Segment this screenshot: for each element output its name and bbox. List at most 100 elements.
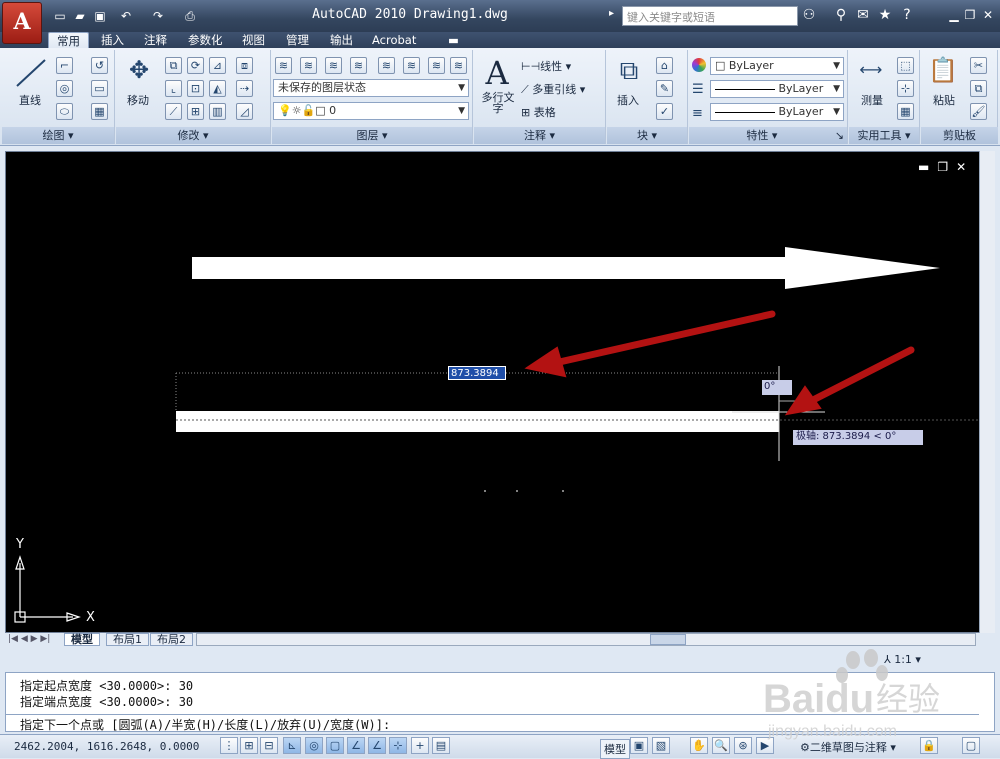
layer-merge-icon[interactable]: ≋ [450, 57, 467, 74]
mtext-icon[interactable]: A [480, 54, 514, 92]
tab-annotate[interactable]: 注释 [136, 32, 175, 49]
annotation-panel-title[interactable]: 注释 ▾ [474, 127, 605, 144]
match-properties-icon[interactable]: 🖌 [970, 103, 987, 120]
line-icon[interactable] [14, 56, 48, 90]
lineweight-dropdown[interactable]: ByLayer ▼ [710, 103, 844, 121]
mirror-icon[interactable]: ◭ [209, 80, 226, 97]
layer-freeze-icon[interactable]: ≋ [350, 57, 367, 74]
layer-previous-icon[interactable]: ≋ [403, 57, 420, 74]
quick-properties-icon[interactable]: ▤ [432, 737, 450, 754]
move-icon[interactable]: ✥ [122, 56, 156, 86]
line-button-label[interactable]: 直线 [10, 92, 50, 108]
measure-icon[interactable]: ⟷ [854, 60, 888, 80]
cut-icon[interactable]: ✂ [970, 57, 987, 74]
linetype-dropdown[interactable]: ByLayer ▼ [710, 80, 844, 98]
ellipse-icon[interactable]: ⬭ [56, 103, 73, 120]
move-button-label[interactable]: 移动 [118, 92, 158, 108]
clipboard-panel-title[interactable]: 剪贴板 [921, 127, 998, 144]
rectangle-icon[interactable]: ▭ [91, 80, 108, 97]
restore-icon[interactable]: ❐ [962, 8, 978, 23]
tab-layout2[interactable]: 布局2 [150, 633, 193, 646]
create-block-icon[interactable]: ⌂ [656, 57, 673, 74]
layer-walk-icon[interactable]: ≋ [428, 57, 445, 74]
linetype-icon[interactable]: ☰ [692, 82, 704, 97]
layer-properties-icon[interactable]: ≋ [275, 57, 292, 74]
layer-off-icon[interactable]: ≋ [325, 57, 342, 74]
communication-icon[interactable]: ✉ [854, 6, 872, 24]
arc-icon[interactable]: ↺ [91, 57, 108, 74]
calculator-icon[interactable]: ▦ [897, 103, 914, 120]
redo-icon[interactable]: ↷ [150, 9, 166, 23]
binoculars-icon[interactable]: ⚇ [800, 6, 818, 24]
scroll-thumb[interactable] [650, 634, 686, 645]
utilities-panel-title[interactable]: 实用工具 ▾ [849, 127, 919, 144]
grid-display-icon[interactable]: ⊟ [260, 737, 278, 754]
paste-icon[interactable]: 📋 [928, 56, 958, 88]
insert-button-label[interactable]: 插入 [608, 92, 648, 108]
clean-screen-icon[interactable]: ▢ [962, 737, 980, 754]
edit-block-icon[interactable]: ✎ [656, 80, 673, 97]
object-snap-tracking-icon[interactable]: ∠ [347, 737, 365, 754]
paste-button-label[interactable]: 粘贴 [924, 92, 964, 108]
search-expand-icon[interactable]: ▸ [609, 8, 621, 24]
save-icon[interactable]: ▣ [92, 9, 108, 23]
angle-input-box[interactable]: 0° [762, 380, 792, 395]
subscription-icon[interactable]: ⚲ [832, 6, 850, 24]
tab-insert[interactable]: 插入 [93, 32, 132, 49]
vertical-scrollbar[interactable] [979, 151, 995, 633]
ortho-mode-icon[interactable]: ⊾ [283, 737, 301, 754]
zoom-icon[interactable]: 🔍 [712, 737, 730, 754]
hatch-icon[interactable]: ▦ [91, 103, 108, 120]
tab-home[interactable]: 常用 [48, 32, 89, 49]
rotate-icon[interactable]: ⟳ [187, 57, 204, 74]
layer-state-dropdown[interactable]: 未保存的图层状态 ▼ [273, 79, 469, 97]
scale-icon[interactable]: ⊡ [187, 80, 204, 97]
undo-icon[interactable]: ↶ [118, 9, 134, 23]
tab-view[interactable]: 视图 [234, 32, 273, 49]
tab-parametric[interactable]: 参数化 [180, 32, 231, 49]
coordinate-readout[interactable]: 2462.2004, 1616.2648, 0.0000 [14, 740, 199, 753]
point-style-icon[interactable]: ⊹ [897, 80, 914, 97]
measure-button-label[interactable]: 测量 [852, 92, 892, 108]
layout-model-icon[interactable]: ▣ [630, 737, 648, 754]
horizontal-scrollbar[interactable] [196, 633, 976, 646]
ribbon-minimize-icon[interactable]: ▬ [440, 32, 467, 49]
layer-match-icon[interactable]: ≋ [378, 57, 395, 74]
new-icon[interactable]: ▭ [52, 9, 68, 23]
stretch-icon[interactable]: ⟋ [165, 103, 182, 120]
layer-isolate-icon[interactable]: ≋ [300, 57, 317, 74]
model-space-button[interactable]: 模型 [600, 739, 630, 759]
allow-ucs-icon[interactable]: ∠ [368, 737, 386, 754]
attribute-icon[interactable]: ✓ [656, 103, 673, 120]
plot-icon[interactable]: ⎙ [182, 9, 198, 23]
linear-dimension-button[interactable]: ⊢⊣线性 ▾ [521, 58, 571, 74]
draw-panel-title[interactable]: 绘图 ▾ [2, 127, 114, 144]
copy-icon[interactable]: ⧉ [165, 57, 182, 74]
lineweight-toggle-icon[interactable]: + [411, 737, 429, 754]
insert-block-icon[interactable]: ⧉ [612, 56, 646, 88]
polyline-icon[interactable]: ⌐ [56, 57, 73, 74]
chamfer-icon[interactable]: ◿ [236, 103, 253, 120]
tab-acrobat[interactable]: Acrobat [364, 32, 424, 49]
layer-dropdown[interactable]: 💡☼🔓□ 0 ▼ [273, 102, 469, 120]
polar-tracking-icon[interactable]: ◎ [305, 737, 323, 754]
fillet-icon[interactable]: ⌞ [165, 80, 182, 97]
search-input[interactable]: 键入关键字或短语 [622, 6, 798, 26]
snap-mode-icon[interactable]: ⊞ [240, 737, 258, 754]
quick-select-icon[interactable]: ⬚ [897, 57, 914, 74]
tab-output[interactable]: 输出 [322, 32, 361, 49]
offset-icon[interactable]: ⧈ [236, 57, 253, 74]
circle-icon[interactable]: ◎ [56, 80, 73, 97]
command-prompt[interactable]: 指定下一个点或 [圆弧(A)/半宽(H)/长度(L)/放弃(U)/宽度(W)]: [20, 716, 390, 733]
layers-panel-title[interactable]: 图层 ▾ [272, 127, 472, 144]
table-button[interactable]: ⊞ 表格 [521, 104, 556, 120]
mtext-button-label[interactable]: 多行文字 [478, 92, 518, 114]
color-wheel-icon[interactable] [692, 58, 706, 72]
copy-clip-icon[interactable]: ⧉ [970, 80, 987, 97]
pan-icon[interactable]: ✋ [690, 737, 708, 754]
infer-constraints-icon[interactable]: ⋮ [220, 737, 238, 754]
object-snap-icon[interactable]: ▢ [326, 737, 344, 754]
minimize-icon[interactable]: ▁ [946, 8, 962, 23]
favorites-star-icon[interactable]: ★ [876, 6, 894, 24]
steering-wheel-icon[interactable]: ⊛ [734, 737, 752, 754]
